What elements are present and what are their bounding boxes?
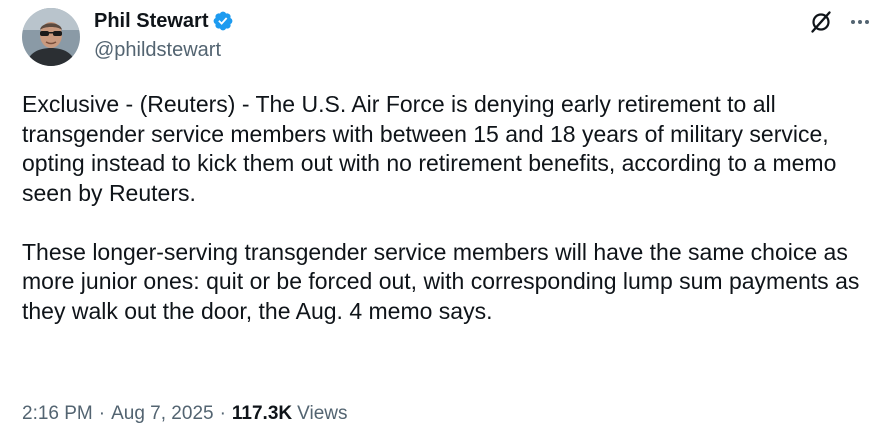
name-row: Phil Stewart <box>94 8 234 34</box>
tweet-card: Phil Stewart @phildstewart Exclusive - (… <box>0 0 889 437</box>
views-label: Views <box>297 403 348 424</box>
grok-icon[interactable] <box>809 10 833 34</box>
more-options-icon[interactable] <box>849 11 871 33</box>
tweet-paragraph-2: These longer-serving transgender service… <box>22 238 860 324</box>
tweet-top-actions <box>809 10 871 34</box>
user-info: Phil Stewart @phildstewart <box>94 8 234 62</box>
tweet-text: Exclusive - (Reuters) - The U.S. Air For… <box>22 90 872 326</box>
avatar-photo <box>22 8 80 66</box>
verified-badge-icon[interactable] <box>212 10 234 32</box>
author-handle[interactable]: @phildstewart <box>94 39 234 62</box>
author-display-name[interactable]: Phil Stewart <box>94 10 208 33</box>
avatar[interactable] <box>22 8 80 66</box>
tweet-meta: 2:16 PM · Aug 7, 2025 · 117.3K Views <box>22 403 347 425</box>
meta-separator: · <box>219 403 226 424</box>
tweet-paragraph-1: Exclusive - (Reuters) - The U.S. Air For… <box>22 91 837 206</box>
meta-separator: · <box>98 403 106 424</box>
views-count: 117.3K <box>231 403 293 424</box>
tweet-date[interactable]: Aug 7, 2025 <box>111 403 213 425</box>
tweet-time[interactable]: 2:16 PM <box>22 403 93 425</box>
